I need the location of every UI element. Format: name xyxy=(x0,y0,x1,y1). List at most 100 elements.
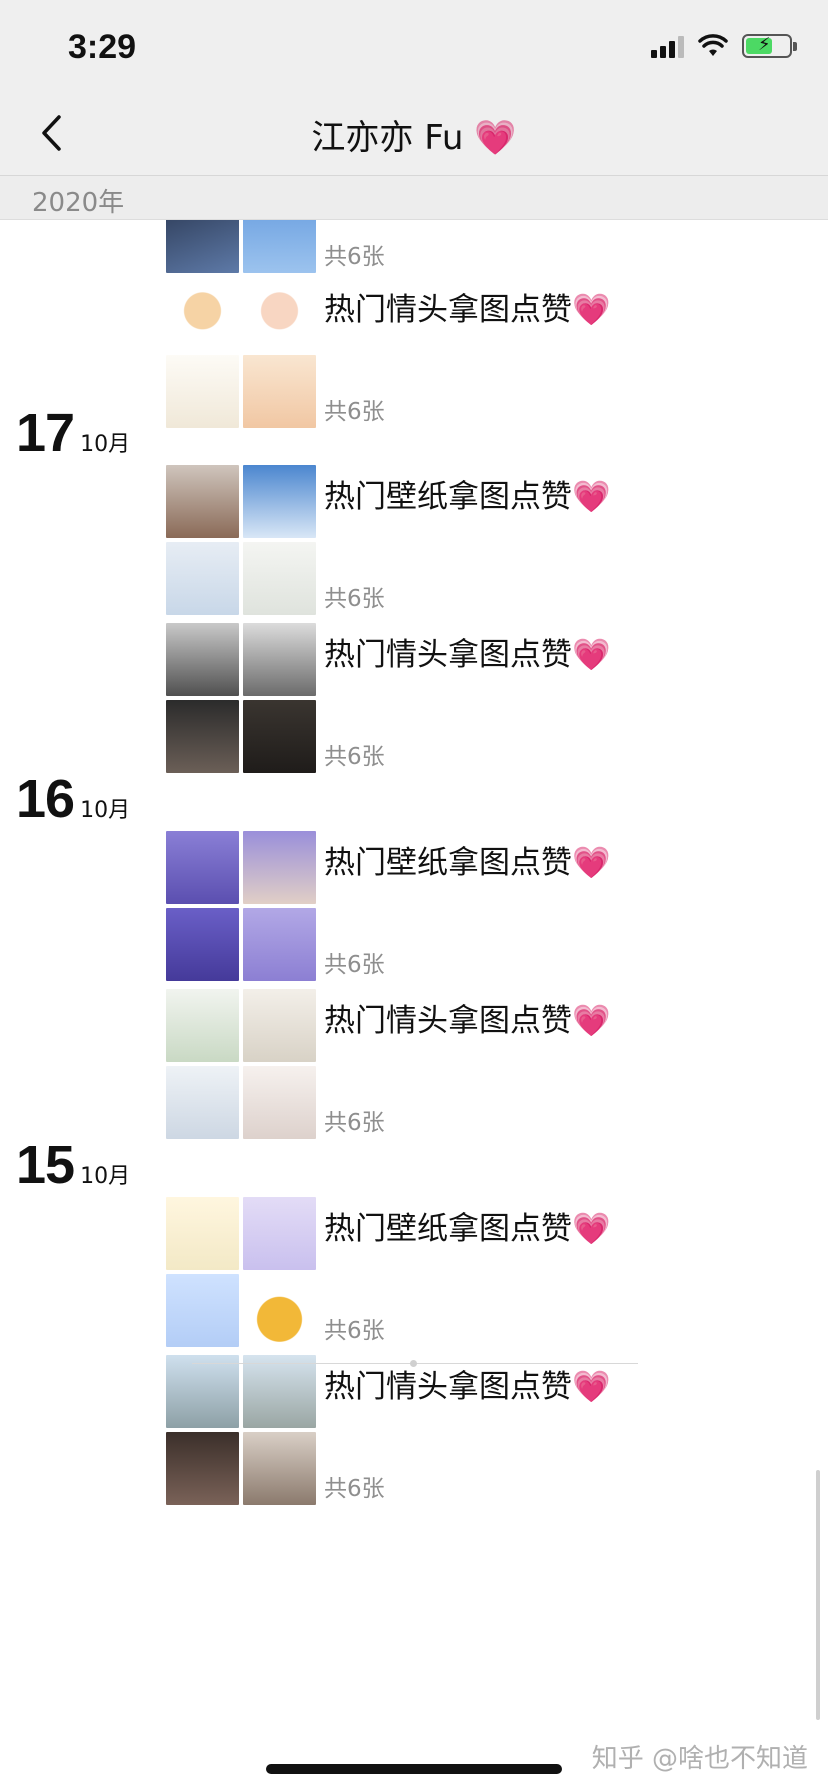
battery-icon: ⚡ xyxy=(742,34,797,58)
photo-grid[interactable] xyxy=(166,623,316,773)
photo-grid[interactable] xyxy=(166,1355,316,1505)
photo-thumbnail[interactable] xyxy=(243,623,316,696)
photo-thumbnail[interactable] xyxy=(243,1355,316,1428)
photo-count: 共6张 xyxy=(324,399,385,425)
photo-thumbnail[interactable] xyxy=(243,355,316,428)
date-month: 10月 xyxy=(80,798,131,823)
date-label: 15 10月 xyxy=(16,1134,130,1196)
photo-count: 共6张 xyxy=(324,1110,385,1136)
post-title-text: 热门情头拿图点赞 xyxy=(324,637,572,673)
photo-thumbnail[interactable] xyxy=(166,1066,239,1139)
date-label: 16 10月 xyxy=(16,768,130,830)
cellular-signal-icon xyxy=(651,34,684,58)
status-icons: ⚡ xyxy=(651,34,797,58)
heart-icon: 💗 xyxy=(572,1003,611,1039)
album-post[interactable]: 热门壁纸拿图点赞💗 共6张 xyxy=(166,831,656,981)
post-title: 热门壁纸拿图点赞💗 xyxy=(324,837,611,882)
photo-thumbnail[interactable] xyxy=(166,278,239,351)
photo-thumbnail[interactable] xyxy=(166,700,239,773)
photo-thumbnail[interactable] xyxy=(166,989,239,1062)
year-section-header: 2020年 xyxy=(0,176,828,220)
photo-thumbnail[interactable] xyxy=(166,1197,239,1270)
date-label: 17 10月 xyxy=(16,402,130,464)
post-title: 热门情头拿图点赞💗 xyxy=(324,284,611,329)
photo-thumbnail[interactable] xyxy=(243,465,316,538)
photo-thumbnail[interactable] xyxy=(243,831,316,904)
heart-icon: 💗 xyxy=(572,1369,611,1405)
date-day: 15 xyxy=(16,1135,75,1195)
photo-count: 共6张 xyxy=(324,952,385,978)
photo-thumbnail[interactable] xyxy=(166,623,239,696)
heart-icon: 💗 xyxy=(572,1211,611,1247)
nav-bar: 江亦亦 Fu 💗 xyxy=(0,100,828,176)
photo-grid[interactable] xyxy=(166,989,316,1139)
date-day: 16 xyxy=(16,769,75,829)
photo-thumbnail[interactable] xyxy=(166,831,239,904)
photo-thumbnail[interactable] xyxy=(166,1355,239,1428)
photo-thumbnail[interactable] xyxy=(243,908,316,981)
page-title-text: 江亦亦 Fu xyxy=(311,118,464,158)
post-title: 热门壁纸拿图点赞💗 xyxy=(324,1203,611,1248)
photo-thumbnail[interactable] xyxy=(243,989,316,1062)
post-title: 热门情头拿图点赞💗 xyxy=(324,629,611,674)
heart-icon: 💗 xyxy=(572,845,611,881)
photo-grid[interactable] xyxy=(166,831,316,981)
photo-count: 共6张 xyxy=(324,244,385,270)
album-post[interactable]: 热门壁纸拿图点赞💗 共6张 xyxy=(166,465,656,615)
photo-thumbnail[interactable] xyxy=(166,220,239,273)
photo-thumbnail[interactable] xyxy=(243,542,316,615)
post-title: 热门壁纸拿图点赞💗 xyxy=(324,471,611,516)
post-title-text: 热门壁纸拿图点赞 xyxy=(324,845,572,881)
home-indicator[interactable] xyxy=(266,1764,562,1774)
photo-thumbnail[interactable] xyxy=(166,1274,239,1347)
photo-count: 共6张 xyxy=(324,744,385,770)
date-month: 10月 xyxy=(80,432,131,457)
photo-thumbnail[interactable] xyxy=(166,465,239,538)
photo-count: 共6张 xyxy=(324,586,385,612)
end-of-list-dot xyxy=(410,1360,417,1367)
photo-thumbnail[interactable] xyxy=(166,542,239,615)
heart-icon: 💗 xyxy=(572,637,611,673)
photo-thumbnail[interactable] xyxy=(243,220,316,273)
photo-grid[interactable] xyxy=(166,1197,316,1347)
photo-thumbnail[interactable] xyxy=(243,278,316,351)
photo-grid[interactable] xyxy=(166,465,316,615)
post-title: 热门情头拿图点赞💗 xyxy=(324,995,611,1040)
album-post[interactable]: 热门情头拿图点赞💗 共6张 xyxy=(166,278,656,428)
heart-icon: 💗 xyxy=(572,292,611,328)
photo-count: 共6张 xyxy=(324,1476,385,1502)
photo-thumbnail[interactable] xyxy=(243,1066,316,1139)
heart-icon: 💗 xyxy=(474,118,517,158)
photo-count: 共6张 xyxy=(324,1318,385,1344)
date-month: 10月 xyxy=(80,1164,131,1189)
moments-feed[interactable]: 共6张 热门情头拿图点赞💗 共6张 17 10月 热门壁纸拿图点赞💗 共6张 热… xyxy=(0,220,828,1700)
post-title-text: 热门情头拿图点赞 xyxy=(324,1369,572,1405)
photo-thumbnail[interactable] xyxy=(243,1274,316,1347)
date-day: 17 xyxy=(16,403,75,463)
status-bar: 3:29 ⚡ xyxy=(0,0,828,100)
album-post[interactable]: 热门情头拿图点赞💗 共6张 xyxy=(166,989,656,1139)
album-post-partial[interactable]: 共6张 xyxy=(166,220,656,273)
post-title-text: 热门情头拿图点赞 xyxy=(324,292,572,328)
album-post[interactable]: 热门情头拿图点赞💗 共6张 xyxy=(166,623,656,773)
photo-grid[interactable] xyxy=(166,220,316,273)
photo-thumbnail[interactable] xyxy=(166,355,239,428)
post-title-text: 热门情头拿图点赞 xyxy=(324,1003,572,1039)
photo-thumbnail[interactable] xyxy=(243,1197,316,1270)
photo-thumbnail[interactable] xyxy=(166,908,239,981)
page-title: 江亦亦 Fu 💗 xyxy=(0,110,828,159)
photo-grid[interactable] xyxy=(166,278,316,428)
post-title: 热门情头拿图点赞💗 xyxy=(324,1361,611,1406)
photo-thumbnail[interactable] xyxy=(166,1432,239,1505)
post-title-text: 热门壁纸拿图点赞 xyxy=(324,1211,572,1247)
scrollbar[interactable] xyxy=(816,1470,820,1720)
photo-thumbnail[interactable] xyxy=(243,700,316,773)
post-title-text: 热门壁纸拿图点赞 xyxy=(324,479,572,515)
album-post[interactable]: 热门情头拿图点赞💗 共6张 xyxy=(166,1355,656,1505)
watermark: 知乎 @啥也不知道 xyxy=(591,1744,808,1774)
status-time: 3:29 xyxy=(68,28,137,66)
photo-thumbnail[interactable] xyxy=(243,1432,316,1505)
year-label: 2020年 xyxy=(32,188,125,218)
album-post[interactable]: 热门壁纸拿图点赞💗 共6张 xyxy=(166,1197,656,1347)
wifi-icon xyxy=(698,34,728,56)
